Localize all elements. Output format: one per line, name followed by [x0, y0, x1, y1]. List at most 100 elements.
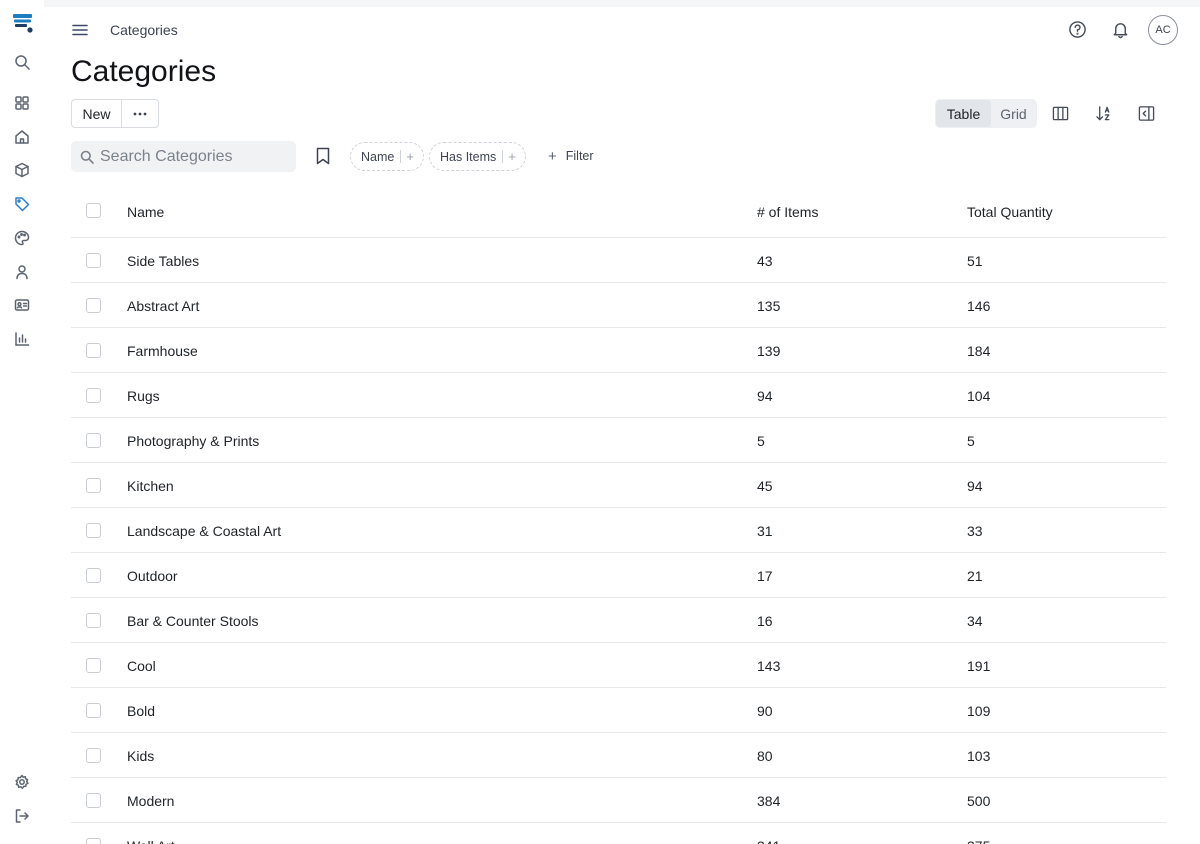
- cell-quantity: 500: [967, 793, 991, 809]
- plus-icon: +: [508, 149, 516, 164]
- row-checkbox[interactable]: [86, 793, 101, 808]
- home-icon: [15, 130, 29, 144]
- cell-quantity: 33: [967, 523, 983, 539]
- search-icon: [15, 55, 30, 70]
- table-row[interactable]: Rugs 94 104: [71, 373, 1166, 418]
- cell-name: Kids: [127, 748, 155, 764]
- saved-views-button[interactable]: [313, 146, 333, 166]
- table-row[interactable]: Modern 384 500: [71, 778, 1166, 823]
- cell-name: Wall Art: [127, 838, 175, 844]
- table-row[interactable]: Side Tables 43 51: [71, 238, 1166, 283]
- row-checkbox[interactable]: [86, 703, 101, 718]
- tag-icon: [15, 197, 30, 212]
- column-header-quantity[interactable]: Total Quantity: [967, 204, 1053, 220]
- table-row[interactable]: Abstract Art 135 146: [71, 283, 1166, 328]
- table-row[interactable]: Landscape & Coastal Art 31 33: [71, 508, 1166, 553]
- row-checkbox[interactable]: [86, 343, 101, 358]
- cell-name: Photography & Prints: [127, 433, 260, 449]
- sidebar: [0, 0, 44, 844]
- help-button[interactable]: [1066, 18, 1088, 40]
- cell-quantity: 146: [967, 298, 991, 314]
- row-checkbox[interactable]: [86, 568, 101, 583]
- table-row[interactable]: Bar & Counter Stools 16 34: [71, 598, 1166, 643]
- table-body: Side Tables 43 51 Abstract Art 135 146 Farmhou…: [71, 238, 1166, 844]
- sidebar-item-dashboard[interactable]: [11, 92, 33, 114]
- row-checkbox[interactable]: [86, 748, 101, 763]
- cell-name: Cool: [127, 658, 156, 674]
- row-checkbox[interactable]: [86, 298, 101, 313]
- view-grid-button[interactable]: Grid: [991, 100, 1036, 127]
- cell-items: 139: [757, 343, 781, 359]
- row-checkbox[interactable]: [86, 523, 101, 538]
- sort-button[interactable]: [1093, 103, 1113, 123]
- table-row[interactable]: Wall Art 341 375: [71, 823, 1166, 844]
- panel-icon: [1138, 105, 1154, 121]
- table-row[interactable]: Farmhouse 139 184: [71, 328, 1166, 373]
- row-checkbox[interactable]: [86, 253, 101, 268]
- chip-label: Name: [361, 149, 395, 164]
- plus-icon: +: [406, 149, 414, 164]
- sidebar-item-styles[interactable]: [11, 227, 33, 249]
- cell-items: 143: [757, 658, 781, 674]
- sidebar-item-categories[interactable]: [11, 193, 33, 215]
- column-header-name[interactable]: Name: [127, 204, 164, 220]
- view-toggle: Table Grid: [935, 99, 1037, 128]
- cell-name: Outdoor: [127, 568, 178, 584]
- filter-chip-name[interactable]: Name +: [350, 142, 424, 171]
- row-checkbox[interactable]: [86, 433, 101, 448]
- cell-quantity: 184: [967, 343, 991, 359]
- avatar[interactable]: AC: [1148, 15, 1178, 45]
- breadcrumb[interactable]: Categories: [110, 22, 178, 38]
- palette-icon: [14, 230, 30, 246]
- sidebar-search[interactable]: [11, 51, 33, 73]
- table-row[interactable]: Outdoor 17 21: [71, 553, 1166, 598]
- columns-button[interactable]: [1050, 103, 1070, 123]
- filter-chip-has-items[interactable]: Has Items +: [429, 142, 526, 171]
- toggle-panel-button[interactable]: [1136, 103, 1156, 123]
- menu-toggle-button[interactable]: [70, 20, 90, 40]
- sidebar-item-users[interactable]: [11, 261, 33, 283]
- view-table-button[interactable]: Table: [936, 100, 991, 127]
- sidebar-settings[interactable]: [11, 771, 33, 793]
- app-logo[interactable]: [11, 11, 35, 35]
- cell-items: 90: [757, 703, 773, 719]
- notifications-button[interactable]: [1109, 18, 1131, 40]
- table-row[interactable]: Photography & Prints 5 5: [71, 418, 1166, 463]
- sidebar-item-home[interactable]: [11, 126, 33, 148]
- help-icon: [1068, 20, 1086, 38]
- new-button[interactable]: New: [72, 100, 122, 127]
- cell-items: 31: [757, 523, 773, 539]
- row-checkbox[interactable]: [86, 658, 101, 673]
- cell-items: 43: [757, 253, 773, 269]
- sidebar-logout[interactable]: [11, 805, 33, 827]
- table-row[interactable]: Bold 90 109: [71, 688, 1166, 733]
- search-bar: [71, 141, 296, 172]
- row-checkbox[interactable]: [86, 388, 101, 403]
- cell-quantity: 104: [967, 388, 991, 404]
- table-row[interactable]: Kids 80 103: [71, 733, 1166, 778]
- bar-chart-icon: [15, 332, 30, 346]
- gear-icon: [15, 774, 29, 789]
- cell-quantity: 51: [967, 253, 983, 269]
- box-icon: [15, 162, 29, 178]
- sidebar-item-contacts[interactable]: [11, 294, 33, 316]
- cell-quantity: 5: [967, 433, 975, 449]
- cell-name: Bold: [127, 703, 156, 719]
- row-checkbox[interactable]: [86, 613, 101, 628]
- cell-name: Farmhouse: [127, 343, 198, 359]
- search-input[interactable]: [100, 147, 290, 166]
- cell-items: 80: [757, 748, 773, 764]
- add-filter-button[interactable]: + Filter: [545, 146, 594, 166]
- table-row[interactable]: Kitchen 45 94: [71, 463, 1166, 508]
- sidebar-item-items[interactable]: [11, 159, 33, 181]
- select-all-checkbox[interactable]: [86, 203, 101, 218]
- bell-icon: [1113, 22, 1127, 38]
- sidebar-item-reports[interactable]: [11, 328, 33, 350]
- row-checkbox[interactable]: [86, 838, 101, 844]
- cell-name: Landscape & Coastal Art: [127, 523, 282, 539]
- more-actions-button[interactable]: [122, 100, 158, 127]
- dashboard-icon: [15, 96, 29, 110]
- row-checkbox[interactable]: [86, 478, 101, 493]
- table-row[interactable]: Cool 143 191: [71, 643, 1166, 688]
- column-header-items[interactable]: # of Items: [757, 204, 818, 220]
